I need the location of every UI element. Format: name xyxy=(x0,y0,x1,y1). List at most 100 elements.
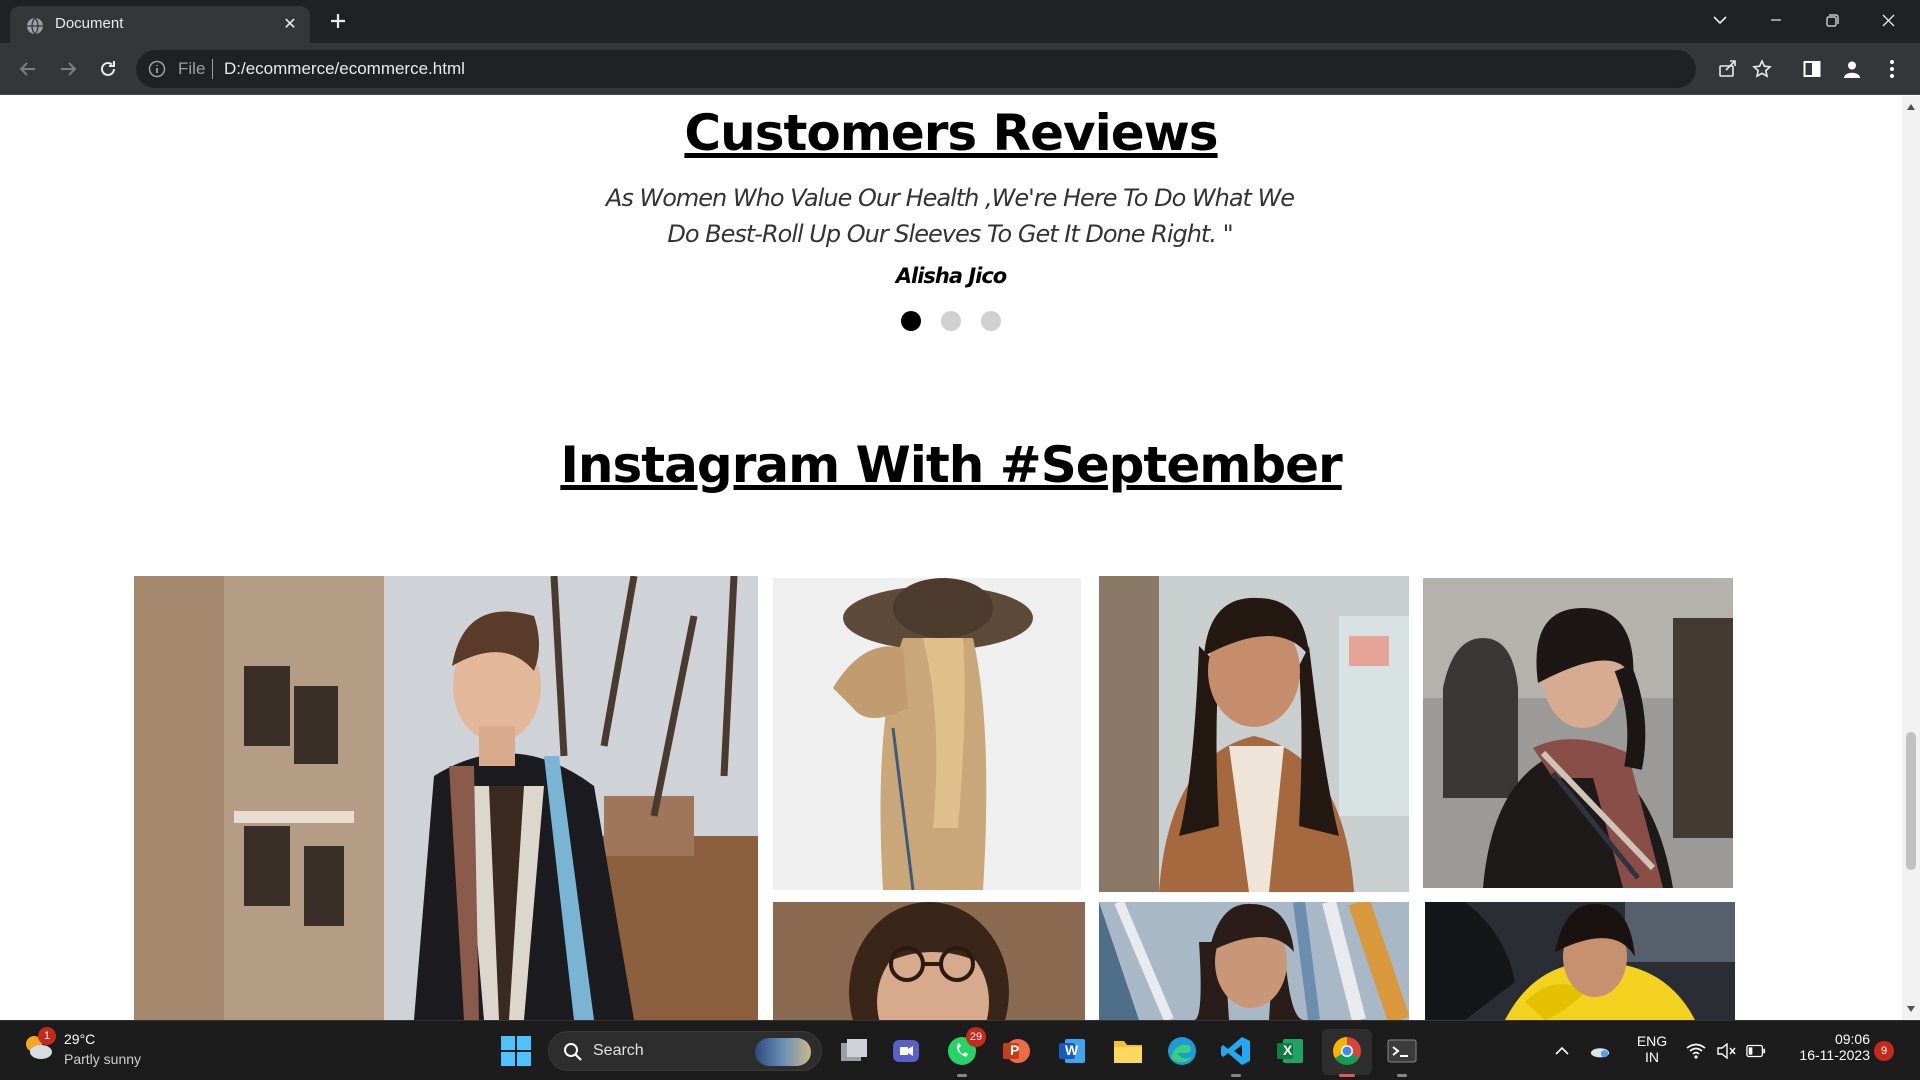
scrollbar-thumb[interactable] xyxy=(1906,732,1916,870)
wifi-button[interactable] xyxy=(1686,1041,1706,1061)
close-icon[interactable]: ✕ xyxy=(278,12,302,36)
battery-button[interactable] xyxy=(1746,1041,1766,1061)
page-viewport: Customers Reviews As Women Who Value Our… xyxy=(0,96,1902,1020)
running-indicator xyxy=(1231,1074,1241,1077)
woman-graffiti-wall-photo[interactable] xyxy=(1099,902,1409,1020)
edge-button[interactable] xyxy=(1164,1033,1200,1069)
chrome-button[interactable] xyxy=(1329,1033,1365,1077)
reload-button[interactable] xyxy=(92,53,124,85)
woman-with-brown-hat-photo[interactable] xyxy=(773,578,1081,890)
info-icon[interactable] xyxy=(148,60,166,78)
scroll-down-arrow-icon[interactable] xyxy=(1907,1006,1915,1012)
carousel-dots xyxy=(0,311,1902,331)
tab-search-button[interactable] xyxy=(1692,0,1748,40)
star-icon xyxy=(1752,59,1772,78)
restore-button[interactable] xyxy=(1804,0,1860,40)
carousel-dot-1[interactable] xyxy=(901,311,921,331)
globe-icon xyxy=(27,17,43,35)
windows-start-icon[interactable] xyxy=(500,1035,532,1067)
address-bar[interactable]: File D:/ecommerce/ecommerce.html xyxy=(136,50,1736,88)
browser-toolbar: File D:/ecommerce/ecommerce.html xyxy=(0,43,1920,95)
terminal-icon xyxy=(1387,1039,1417,1063)
side-panel-button[interactable] xyxy=(1798,55,1826,83)
teams-meet-button[interactable] xyxy=(888,1033,924,1069)
volume-muted-icon xyxy=(1717,1043,1736,1059)
url-separator xyxy=(212,59,213,79)
weather-description: Partly sunny xyxy=(64,1051,142,1067)
review-quote: As Women Who Value Our Health ,We're Her… xyxy=(605,184,1295,248)
browser-tab-strip: Document ✕ xyxy=(0,0,1920,43)
region-code: IN xyxy=(1645,1049,1659,1065)
scroll-up-arrow-icon[interactable] xyxy=(1907,104,1915,110)
profile-button[interactable] xyxy=(1838,55,1866,83)
review-author: Alisha Jico xyxy=(895,264,1007,288)
running-indicator xyxy=(957,1074,967,1077)
minimize-button[interactable] xyxy=(1748,0,1804,40)
notification-count-badge[interactable]: 9 xyxy=(1874,1041,1894,1061)
language-indicator[interactable]: ENG IN xyxy=(1630,1033,1674,1065)
back-button[interactable] xyxy=(12,53,44,85)
clock[interactable]: 09:06 16-11-2023 xyxy=(1780,1031,1870,1063)
woman-yellow-fur-coat-photo[interactable] xyxy=(1425,902,1735,1020)
woman-with-glasses-photo[interactable] xyxy=(773,902,1085,1020)
man-in-coat-with-scarf-photo[interactable] xyxy=(134,576,758,1020)
url-scheme-label: File xyxy=(178,59,206,78)
weather-badge: 1 xyxy=(38,1027,56,1045)
minimize-icon xyxy=(1771,19,1781,21)
carousel-dot-3[interactable] xyxy=(981,311,1001,331)
share-icon xyxy=(1719,60,1736,77)
tab-title: Document xyxy=(55,15,124,32)
clock-date: 16-11-2023 xyxy=(1799,1047,1870,1063)
windows-taskbar: 1 29°C Partly sunny Search 29 P W X ENG … xyxy=(0,1020,1920,1080)
clock-time: 09:06 xyxy=(1834,1031,1870,1047)
url-text[interactable]: D:/ecommerce/ecommerce.html xyxy=(224,59,465,79)
chevron-down-icon xyxy=(1713,16,1727,25)
running-indicator xyxy=(1397,1074,1407,1077)
word-letter: W xyxy=(1065,1042,1079,1058)
excel-button[interactable]: X xyxy=(1272,1033,1308,1069)
active-indicator xyxy=(1339,1074,1355,1077)
video-meet-icon xyxy=(893,1040,919,1062)
volume-button[interactable] xyxy=(1716,1041,1736,1061)
chevron-up-icon xyxy=(1555,1046,1569,1055)
search-highlight-image xyxy=(755,1038,811,1066)
language-code: ENG xyxy=(1636,1033,1668,1049)
profile-icon xyxy=(1844,61,1860,78)
cloud-sync-icon xyxy=(1590,1048,1610,1058)
share-button[interactable] xyxy=(1714,54,1742,82)
task-view-button[interactable] xyxy=(836,1033,872,1069)
sidepanel-icon xyxy=(1803,61,1821,77)
terminal-button[interactable] xyxy=(1384,1033,1420,1077)
woman-with-plaid-scarf-photo[interactable] xyxy=(1423,578,1733,888)
file-explorer-button[interactable] xyxy=(1110,1033,1146,1069)
smiling-woman-brown-jacket-photo[interactable] xyxy=(1099,576,1409,892)
forward-icon xyxy=(61,62,77,76)
powerpoint-button[interactable]: P xyxy=(998,1033,1034,1069)
onedrive-tray-button[interactable] xyxy=(1590,1041,1610,1061)
forward-button[interactable] xyxy=(52,53,84,85)
browser-tab-document[interactable]: Document ✕ xyxy=(10,6,310,43)
instagram-heading: Instagram With #September xyxy=(560,436,1342,494)
excel-letter: X xyxy=(1283,1042,1293,1058)
word-button[interactable]: W xyxy=(1054,1033,1090,1069)
new-tab-button[interactable] xyxy=(322,6,354,38)
whatsapp-button[interactable]: 29 xyxy=(944,1027,986,1077)
bookmark-button[interactable] xyxy=(1748,55,1776,83)
show-hidden-icons-button[interactable] xyxy=(1552,1041,1572,1061)
window-close-button[interactable] xyxy=(1860,0,1916,40)
page-scrollbar[interactable] xyxy=(1902,96,1920,1020)
carousel-dot-2[interactable] xyxy=(941,311,961,331)
search-label: Search xyxy=(593,1042,644,1059)
battery-icon xyxy=(1746,1044,1766,1058)
reload-icon xyxy=(101,61,115,76)
weather-temperature: 29°C xyxy=(64,1031,96,1047)
whatsapp-badge: 29 xyxy=(966,1027,986,1047)
back-icon xyxy=(19,62,35,76)
powerpoint-letter: P xyxy=(1010,1042,1020,1058)
chrome-icon xyxy=(1333,1037,1361,1065)
vscode-button[interactable] xyxy=(1218,1033,1254,1077)
menu-button[interactable] xyxy=(1878,55,1906,83)
edge-icon xyxy=(1168,1037,1196,1065)
vscode-icon xyxy=(1221,1037,1250,1065)
taskbar-search-box[interactable]: Search xyxy=(548,1031,822,1071)
